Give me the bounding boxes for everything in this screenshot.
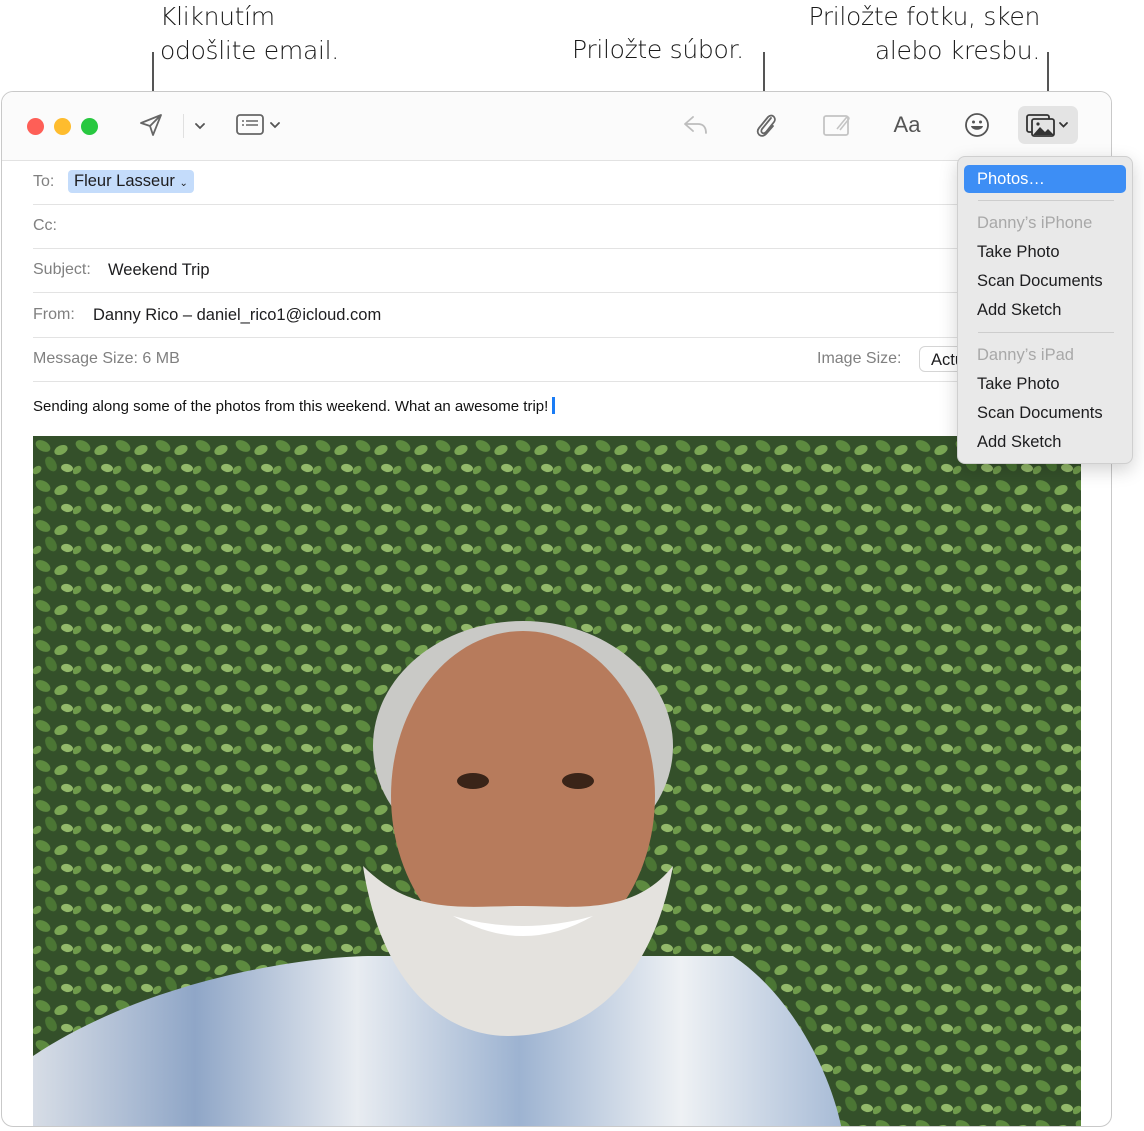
subject-label: Subject: bbox=[33, 261, 91, 278]
message-body[interactable]: Sending along some of the photos from th… bbox=[33, 397, 556, 415]
photo-browser-icon bbox=[1026, 114, 1068, 137]
reply-icon bbox=[684, 116, 707, 134]
message-body-text: Sending along some of the photos from th… bbox=[33, 398, 549, 415]
recipient-token[interactable]: Fleur Lasseur ⌄ bbox=[68, 170, 194, 193]
menu-separator bbox=[978, 200, 1114, 201]
markup-button[interactable] bbox=[822, 112, 852, 138]
image-size-label: Image Size: bbox=[817, 350, 902, 367]
callout-send: Kliknutím odošlite email. bbox=[160, 0, 339, 68]
menu-item-iphone-take-photo[interactable]: Take Photo bbox=[964, 238, 1126, 266]
menu-item-ipad-scan-documents[interactable]: Scan Documents bbox=[964, 399, 1126, 427]
header-fields-button[interactable] bbox=[236, 112, 284, 138]
send-button[interactable] bbox=[138, 112, 164, 138]
text-cursor bbox=[552, 397, 556, 414]
emoji-button[interactable] bbox=[964, 112, 990, 138]
paperclip-icon bbox=[756, 114, 776, 137]
to-label: To: bbox=[33, 173, 55, 190]
chevron-down-icon: ⌄ bbox=[179, 178, 188, 189]
menu-header-iphone: Danny’s iPhone bbox=[977, 214, 1093, 232]
callout-send-line1: Kliknutím bbox=[160, 2, 275, 31]
format-button[interactable]: Aa bbox=[891, 110, 923, 140]
message-size-label: Message Size: 6 MB bbox=[33, 350, 180, 368]
zoom-button[interactable] bbox=[81, 118, 98, 135]
format-icon: Aa bbox=[893, 112, 921, 137]
menu-header-ipad: Danny’s iPad bbox=[977, 346, 1074, 364]
recipient-name: Fleur Lasseur bbox=[74, 172, 175, 190]
attached-photo[interactable] bbox=[33, 436, 1081, 1126]
header-fields-icon bbox=[236, 114, 280, 135]
photo-illustration bbox=[33, 436, 1081, 1126]
compose-window: Aa To: Fleur Lasseur ⌄ Cc: Subject: Week… bbox=[1, 91, 1112, 1127]
to-field-row: To: Fleur Lasseur ⌄ bbox=[33, 161, 1111, 205]
toolbar: Aa bbox=[2, 92, 1111, 161]
menu-separator bbox=[978, 332, 1114, 333]
menu-item-photos[interactable]: Photos… bbox=[964, 165, 1126, 193]
markup-icon bbox=[823, 115, 850, 136]
callout-send-line2: odošlite email. bbox=[160, 36, 339, 65]
from-select[interactable]: Danny Rico – daniel_rico1@icloud.com bbox=[93, 306, 381, 325]
from-label: From: bbox=[33, 306, 75, 323]
menu-item-iphone-scan-documents[interactable]: Scan Documents bbox=[964, 267, 1126, 295]
message-size-label-text: Message Size: bbox=[33, 350, 138, 367]
send-options-button[interactable] bbox=[192, 118, 208, 134]
menu-item-ipad-add-sketch[interactable]: Add Sketch bbox=[964, 428, 1126, 456]
emoji-icon bbox=[965, 113, 989, 137]
subject-input[interactable]: Weekend Trip bbox=[108, 261, 210, 280]
toolbar-divider bbox=[183, 114, 184, 138]
callout-photo: Priložte fotku, sken alebo kresbu. bbox=[790, 0, 1040, 68]
callout-attach: Priložte súbor. bbox=[572, 33, 744, 67]
cc-field-row[interactable]: Cc: bbox=[33, 205, 1111, 249]
reply-button[interactable] bbox=[682, 112, 710, 138]
cc-label: Cc: bbox=[33, 217, 57, 234]
from-field-row: From: Danny Rico – daniel_rico1@icloud.c… bbox=[33, 293, 1111, 338]
message-size-value: 6 MB bbox=[142, 350, 180, 367]
close-button[interactable] bbox=[27, 118, 44, 135]
photo-browser-button[interactable] bbox=[1018, 106, 1078, 144]
menu-item-iphone-add-sketch[interactable]: Add Sketch bbox=[964, 296, 1126, 324]
chevron-down-icon bbox=[195, 123, 205, 130]
photo-menu: Photos… Danny’s iPhone Take Photo Scan D… bbox=[957, 156, 1133, 464]
menu-item-ipad-take-photo[interactable]: Take Photo bbox=[964, 370, 1126, 398]
callout-photo-line2: alebo kresbu. bbox=[874, 36, 1040, 65]
send-icon bbox=[140, 114, 162, 136]
subject-field-row[interactable]: Subject: Weekend Trip bbox=[33, 249, 1111, 293]
callout-attach-line1: Priložte súbor. bbox=[572, 35, 744, 64]
minimize-button[interactable] bbox=[54, 118, 71, 135]
callout-photo-line1: Priložte fotku, sken bbox=[808, 2, 1040, 31]
attach-button[interactable] bbox=[752, 110, 780, 140]
